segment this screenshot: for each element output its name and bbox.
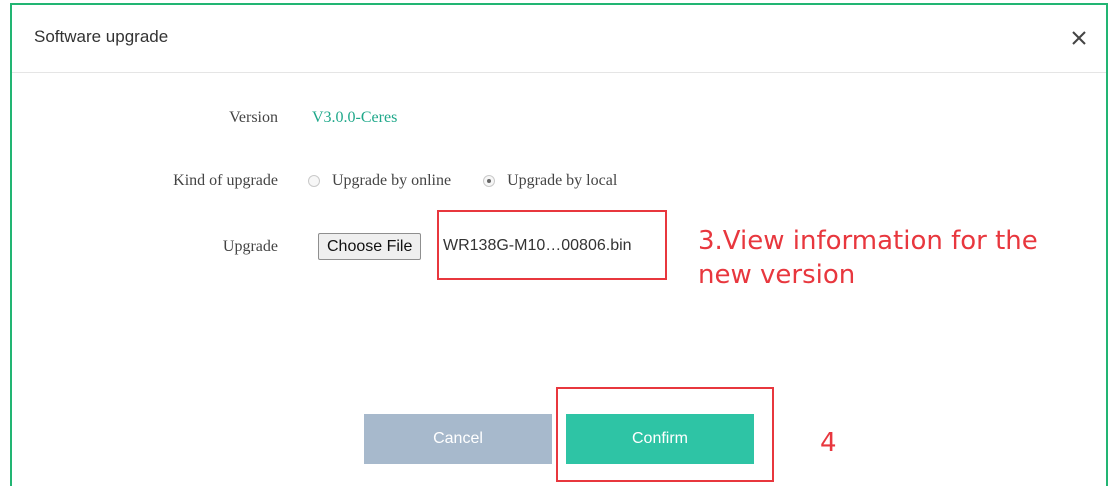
annotation-box-file-info (437, 210, 667, 280)
upgrade-kind-radio-group: Upgrade by online Upgrade by local (308, 172, 617, 190)
dialog-header: Software upgrade (12, 5, 1106, 73)
choose-file-button[interactable]: Choose File (318, 233, 422, 260)
version-value: V3.0.0-Ceres (312, 109, 398, 126)
page: Software upgrade Version V3.0.0-Ceres Ki… (0, 0, 1115, 486)
annotation-step3: 3.View information for the new version (698, 224, 1038, 292)
radio-online-label: Upgrade by online (332, 172, 452, 189)
upgrade-label: Upgrade (222, 238, 278, 255)
cancel-button[interactable]: Cancel (364, 414, 552, 464)
close-icon (1072, 31, 1086, 45)
dialog-title: Software upgrade (34, 27, 169, 46)
version-label: Version (229, 109, 278, 126)
close-button[interactable] (1066, 25, 1092, 51)
radio-local-label: Upgrade by local (507, 172, 618, 189)
radio-local-circle[interactable] (483, 175, 496, 187)
annotation-step3-line1: 3.View information for the (698, 226, 1038, 256)
kind-of-upgrade-label: Kind of upgrade (173, 172, 278, 189)
annotation-step3-line2: new version (698, 260, 856, 290)
annotation-box-confirm (556, 387, 774, 482)
radio-upgrade-online[interactable]: Upgrade by online (308, 172, 451, 190)
radio-upgrade-local[interactable]: Upgrade by local (483, 172, 617, 190)
annotation-step4: 4 (820, 428, 837, 458)
radio-online-circle[interactable] (308, 175, 320, 187)
